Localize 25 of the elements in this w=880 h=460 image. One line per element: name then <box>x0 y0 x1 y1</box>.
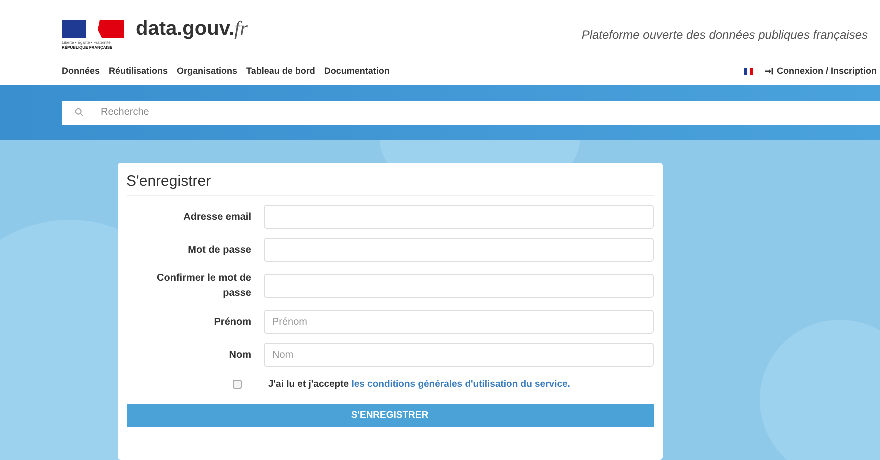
field-label: Mot de passe <box>187 244 252 258</box>
terms-text: J'ai lu et j'accepte les conditions générales d'utilisation du service. <box>268 379 570 390</box>
nav-link[interactable]: Réutilisations <box>109 66 168 76</box>
nav-link[interactable]: Tableau de bord <box>246 66 316 76</box>
field-label: Prénom <box>213 316 252 330</box>
site-tagline: Plateforme ouverte des données publiques françaises <box>582 28 868 42</box>
nav-link[interactable]: Documentation <box>324 66 390 76</box>
terms-link[interactable]: les conditions générales d'utilisation du service. <box>352 379 570 390</box>
nav-link[interactable]: Données <box>62 66 100 76</box>
field-label: Adresse email <box>182 210 252 224</box>
checkbox[interactable] <box>232 380 242 389</box>
input-field[interactable]: Nom <box>264 343 654 367</box>
flag-icon[interactable] <box>744 68 753 74</box>
nav-link[interactable]: Organisations <box>177 66 238 76</box>
field-label: Nom <box>228 348 252 362</box>
input-field[interactable]: Prénom <box>264 310 654 334</box>
field-label: Confirmer le mot de passe <box>156 272 252 301</box>
login-link[interactable]: Connexion / Inscription <box>776 66 877 76</box>
site-title[interactable]: data.gouv.fr <box>136 18 248 40</box>
input-field[interactable] <box>264 205 654 229</box>
input-field[interactable] <box>264 238 654 262</box>
login-icon <box>764 68 773 74</box>
form-title: S'enregistrer <box>126 173 654 196</box>
search-field[interactable]: Recherche <box>62 100 880 124</box>
input-field[interactable] <box>264 274 654 298</box>
